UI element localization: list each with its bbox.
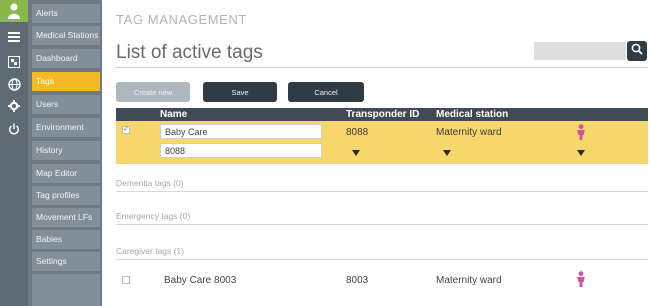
table-header: Name Transponder ID Medical station — [116, 108, 648, 121]
nav-item-tags[interactable]: Tags — [32, 72, 100, 91]
icon-sidebar — [0, 0, 28, 306]
nav-item-environment[interactable]: Environment — [32, 118, 100, 137]
table-row-editing: ✓ 8088 Maternity ward — [116, 121, 648, 164]
station-value: Maternity ward — [436, 275, 502, 286]
power-icon[interactable] — [4, 119, 24, 139]
nav-item-map-editor[interactable]: Map Editor — [32, 164, 100, 183]
group-divider — [116, 224, 648, 225]
column-header-transponder[interactable]: Transponder ID — [346, 108, 419, 121]
row-checkbox[interactable]: ✓ — [122, 126, 130, 134]
nav-item-users[interactable]: Users — [32, 95, 100, 114]
nav-item-tag-profiles[interactable]: Tag profiles — [32, 186, 100, 205]
column-header-station[interactable]: Medical station — [436, 108, 508, 121]
station-value: Maternity ward — [436, 127, 502, 138]
group-caregiver-tags[interactable]: Caregiver tags (1) — [116, 246, 184, 256]
menu-icon[interactable] — [4, 27, 24, 47]
user-profile-icon[interactable] — [0, 0, 28, 22]
nav-filler — [32, 274, 100, 306]
column-header-name[interactable]: Name — [160, 108, 187, 121]
group-dementia-tags[interactable]: Dementia tags (0) — [116, 178, 184, 188]
person-icon — [576, 124, 586, 145]
table-row[interactable]: Baby Care 8003 8003 Maternity ward — [116, 264, 648, 294]
gear-icon[interactable] — [4, 96, 24, 116]
create-new-button[interactable]: Create new — [116, 82, 190, 102]
transponder-dropdown-arrow[interactable] — [352, 150, 360, 156]
main-navigation: Alerts Medical Stations Dashboard Tags U… — [28, 0, 102, 306]
search-input[interactable] — [534, 42, 626, 60]
person-icon — [576, 271, 586, 292]
title-divider — [116, 67, 648, 68]
group-divider — [116, 259, 648, 260]
section-title: TAG MANAGEMENT — [116, 12, 247, 27]
group-emergency-tags[interactable]: Emergency tags (0) — [116, 211, 190, 221]
group-divider — [116, 191, 648, 192]
type-dropdown-arrow[interactable] — [577, 150, 585, 156]
station-dropdown-arrow[interactable] — [443, 150, 451, 156]
save-button[interactable]: Save — [203, 82, 277, 102]
search-icon — [631, 42, 643, 60]
tag-name: Baby Care 8003 — [164, 275, 237, 286]
nav-item-movement-lfs[interactable]: Movement LFs — [32, 208, 100, 227]
transponder-value: 8088 — [346, 127, 369, 138]
globe-icon[interactable] — [4, 74, 24, 94]
nav-item-dashboard[interactable]: Dashboard — [32, 49, 100, 68]
search-button[interactable] — [627, 41, 647, 61]
nav-item-babies[interactable]: Babies — [32, 230, 100, 249]
nav-item-history[interactable]: History — [32, 141, 100, 160]
map-icon[interactable] — [4, 52, 24, 72]
nav-item-settings[interactable]: Settings — [32, 252, 100, 271]
nav-item-medical-stations[interactable]: Medical Stations — [32, 26, 100, 45]
cancel-button[interactable]: Cancel — [288, 82, 364, 102]
page-title: List of active tags — [116, 42, 263, 63]
transponder-field[interactable] — [160, 143, 322, 158]
main-content: TAG MANAGEMENT List of active tags Creat… — [102, 0, 650, 306]
nav-item-alerts[interactable]: Alerts — [32, 4, 100, 23]
name-field[interactable] — [160, 124, 322, 139]
row-checkbox[interactable] — [122, 276, 130, 284]
transponder-value: 8003 — [346, 275, 369, 286]
